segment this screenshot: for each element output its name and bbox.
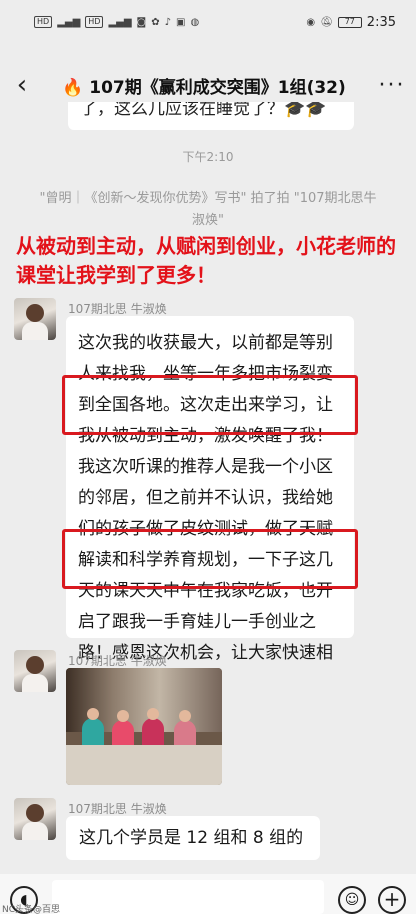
photo-head	[147, 708, 159, 720]
previous-message-text: 了，这么几应该在睡觉了？🎓🎓	[80, 102, 327, 119]
wechat-icon: ◍	[190, 16, 200, 28]
signal-icon-2: ▂▄▆	[108, 16, 132, 28]
photo-head	[117, 710, 129, 722]
emoji-button[interactable]: ☺	[338, 886, 366, 914]
photo-head	[87, 708, 99, 720]
moments-icon: ✿	[151, 16, 160, 28]
more-dots-icon: ···	[378, 72, 406, 98]
tiktok-icon: ♪	[164, 16, 172, 28]
time-separator: 下午2:10	[182, 150, 234, 164]
watermark: NC头条@百思	[2, 905, 61, 914]
message-text: 这几个学员是 12 组和 8 组的	[79, 828, 304, 848]
message-bubble[interactable]: 这几个学员是 12 组和 8 组的	[66, 816, 320, 860]
chat-title: 🔥 107期《赢利成交突围》1组(32)	[62, 77, 346, 98]
status-bar: HD ▂▄▆ HD ▂▄▆ ◙ ✿ ♪ ▣ ◍ ◉ 🔕︎ 77 2:35	[0, 0, 416, 44]
hd-badge-2: HD	[85, 16, 104, 28]
previous-message-bubble[interactable]: 了，这么几应该在睡觉了？🎓🎓	[68, 102, 354, 130]
eye-icon: ◉	[306, 16, 316, 28]
input-bar: ◖ ☺ +	[0, 874, 416, 914]
red-caption-overlay: 从被动到主动，从赋闲到创业，小花老师的课堂让我学到了更多！	[16, 234, 396, 287]
system-pat-message: "曾明｜《创新～发现你优势》写书" 拍了拍 "107期北思牛淑焕"	[39, 191, 377, 228]
hd-badge-1: HD	[34, 16, 53, 28]
message-bubble[interactable]: 这次我的收获最大，以前都是等别人来找我，坐等一年多把市场裂变到全国各地。这次走出…	[62, 316, 358, 694]
photo-head	[179, 710, 191, 722]
mute-icon: 🔕︎	[320, 16, 333, 28]
plus-icon: +	[383, 887, 401, 911]
chat-app-icon: ◙	[136, 16, 147, 28]
sender-name: 107期北思 牛淑焕	[68, 302, 167, 316]
highlight-box-2	[62, 529, 358, 589]
chevron-left-icon: ‹	[16, 70, 28, 100]
battery-icon: 77	[337, 16, 362, 28]
message-input[interactable]	[52, 880, 324, 914]
photo-icon: ▣	[176, 16, 186, 28]
status-right: ◉ 🔕︎ 77 2:35	[306, 15, 396, 30]
sender-name: 107期北思 牛淑焕	[68, 802, 167, 816]
sender-name: 107期北思 牛淑焕	[68, 654, 167, 668]
status-left: HD ▂▄▆ HD ▂▄▆ ◙ ✿ ♪ ▣ ◍	[34, 16, 199, 28]
photo-table	[66, 745, 222, 785]
emoji-icon: ☺	[344, 892, 360, 908]
status-time: 2:35	[366, 14, 396, 30]
avatar[interactable]	[14, 650, 56, 692]
avatar[interactable]	[14, 298, 56, 340]
avatar[interactable]	[14, 798, 56, 840]
photo-message[interactable]	[66, 668, 222, 785]
plus-button[interactable]: +	[378, 886, 406, 914]
signal-icon-1: ▂▄▆	[57, 16, 81, 28]
more-button[interactable]: ···	[368, 73, 416, 98]
back-button[interactable]: ‹	[0, 70, 44, 100]
highlight-box-1	[62, 375, 358, 435]
